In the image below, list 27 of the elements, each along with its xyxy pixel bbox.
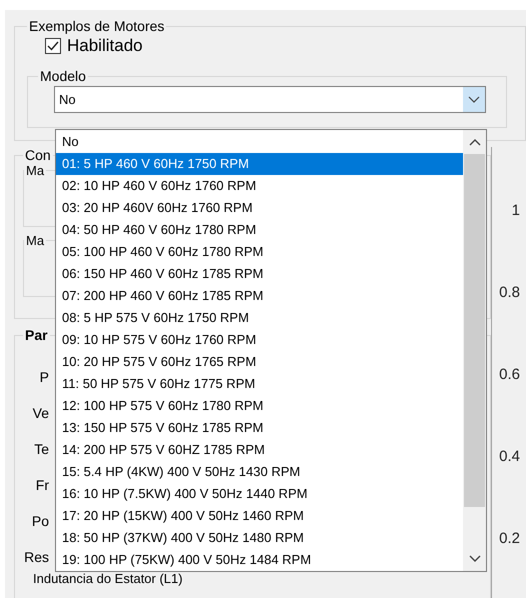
- chevron-down-icon[interactable]: [463, 87, 485, 112]
- enabled-checkbox[interactable]: Habilitado: [45, 36, 143, 56]
- model-dropdown[interactable]: No: [54, 86, 486, 113]
- group-title: Ma: [25, 163, 46, 178]
- parameter-label: Res: [24, 549, 49, 565]
- group-title: Modelo: [39, 68, 87, 84]
- parameter-label: Ve: [32, 405, 49, 421]
- axis-tick-label: 0.4: [499, 449, 520, 465]
- parameter-label: Fr: [36, 477, 49, 493]
- scroll-down-icon[interactable]: [468, 555, 480, 563]
- scroll-up-icon[interactable]: [468, 138, 480, 146]
- group-title: Par: [24, 327, 49, 343]
- parameter-label: Te: [34, 441, 49, 457]
- axis-tick-label: 0.8: [499, 285, 520, 301]
- parameter-label: Po: [32, 513, 49, 529]
- group-title: Con: [24, 147, 52, 163]
- axis-tick-label: 1: [512, 203, 520, 219]
- scroll-thumb[interactable]: [464, 154, 485, 507]
- check-icon: [47, 41, 59, 51]
- parameter-label: Indutancia do Estator (L1): [33, 571, 183, 586]
- group-title: Ma: [25, 233, 46, 248]
- parameter-label: P: [40, 369, 49, 385]
- group-title: Exemplos de Motores: [28, 18, 166, 34]
- scrollbar[interactable]: [463, 130, 486, 571]
- axis-tick-label: 0.6: [499, 367, 520, 383]
- dropdown-option[interactable]: 01: 5 HP 460 V 60Hz 1750 RPM: [56, 153, 463, 175]
- axis-tick-label: 0.2: [499, 531, 520, 547]
